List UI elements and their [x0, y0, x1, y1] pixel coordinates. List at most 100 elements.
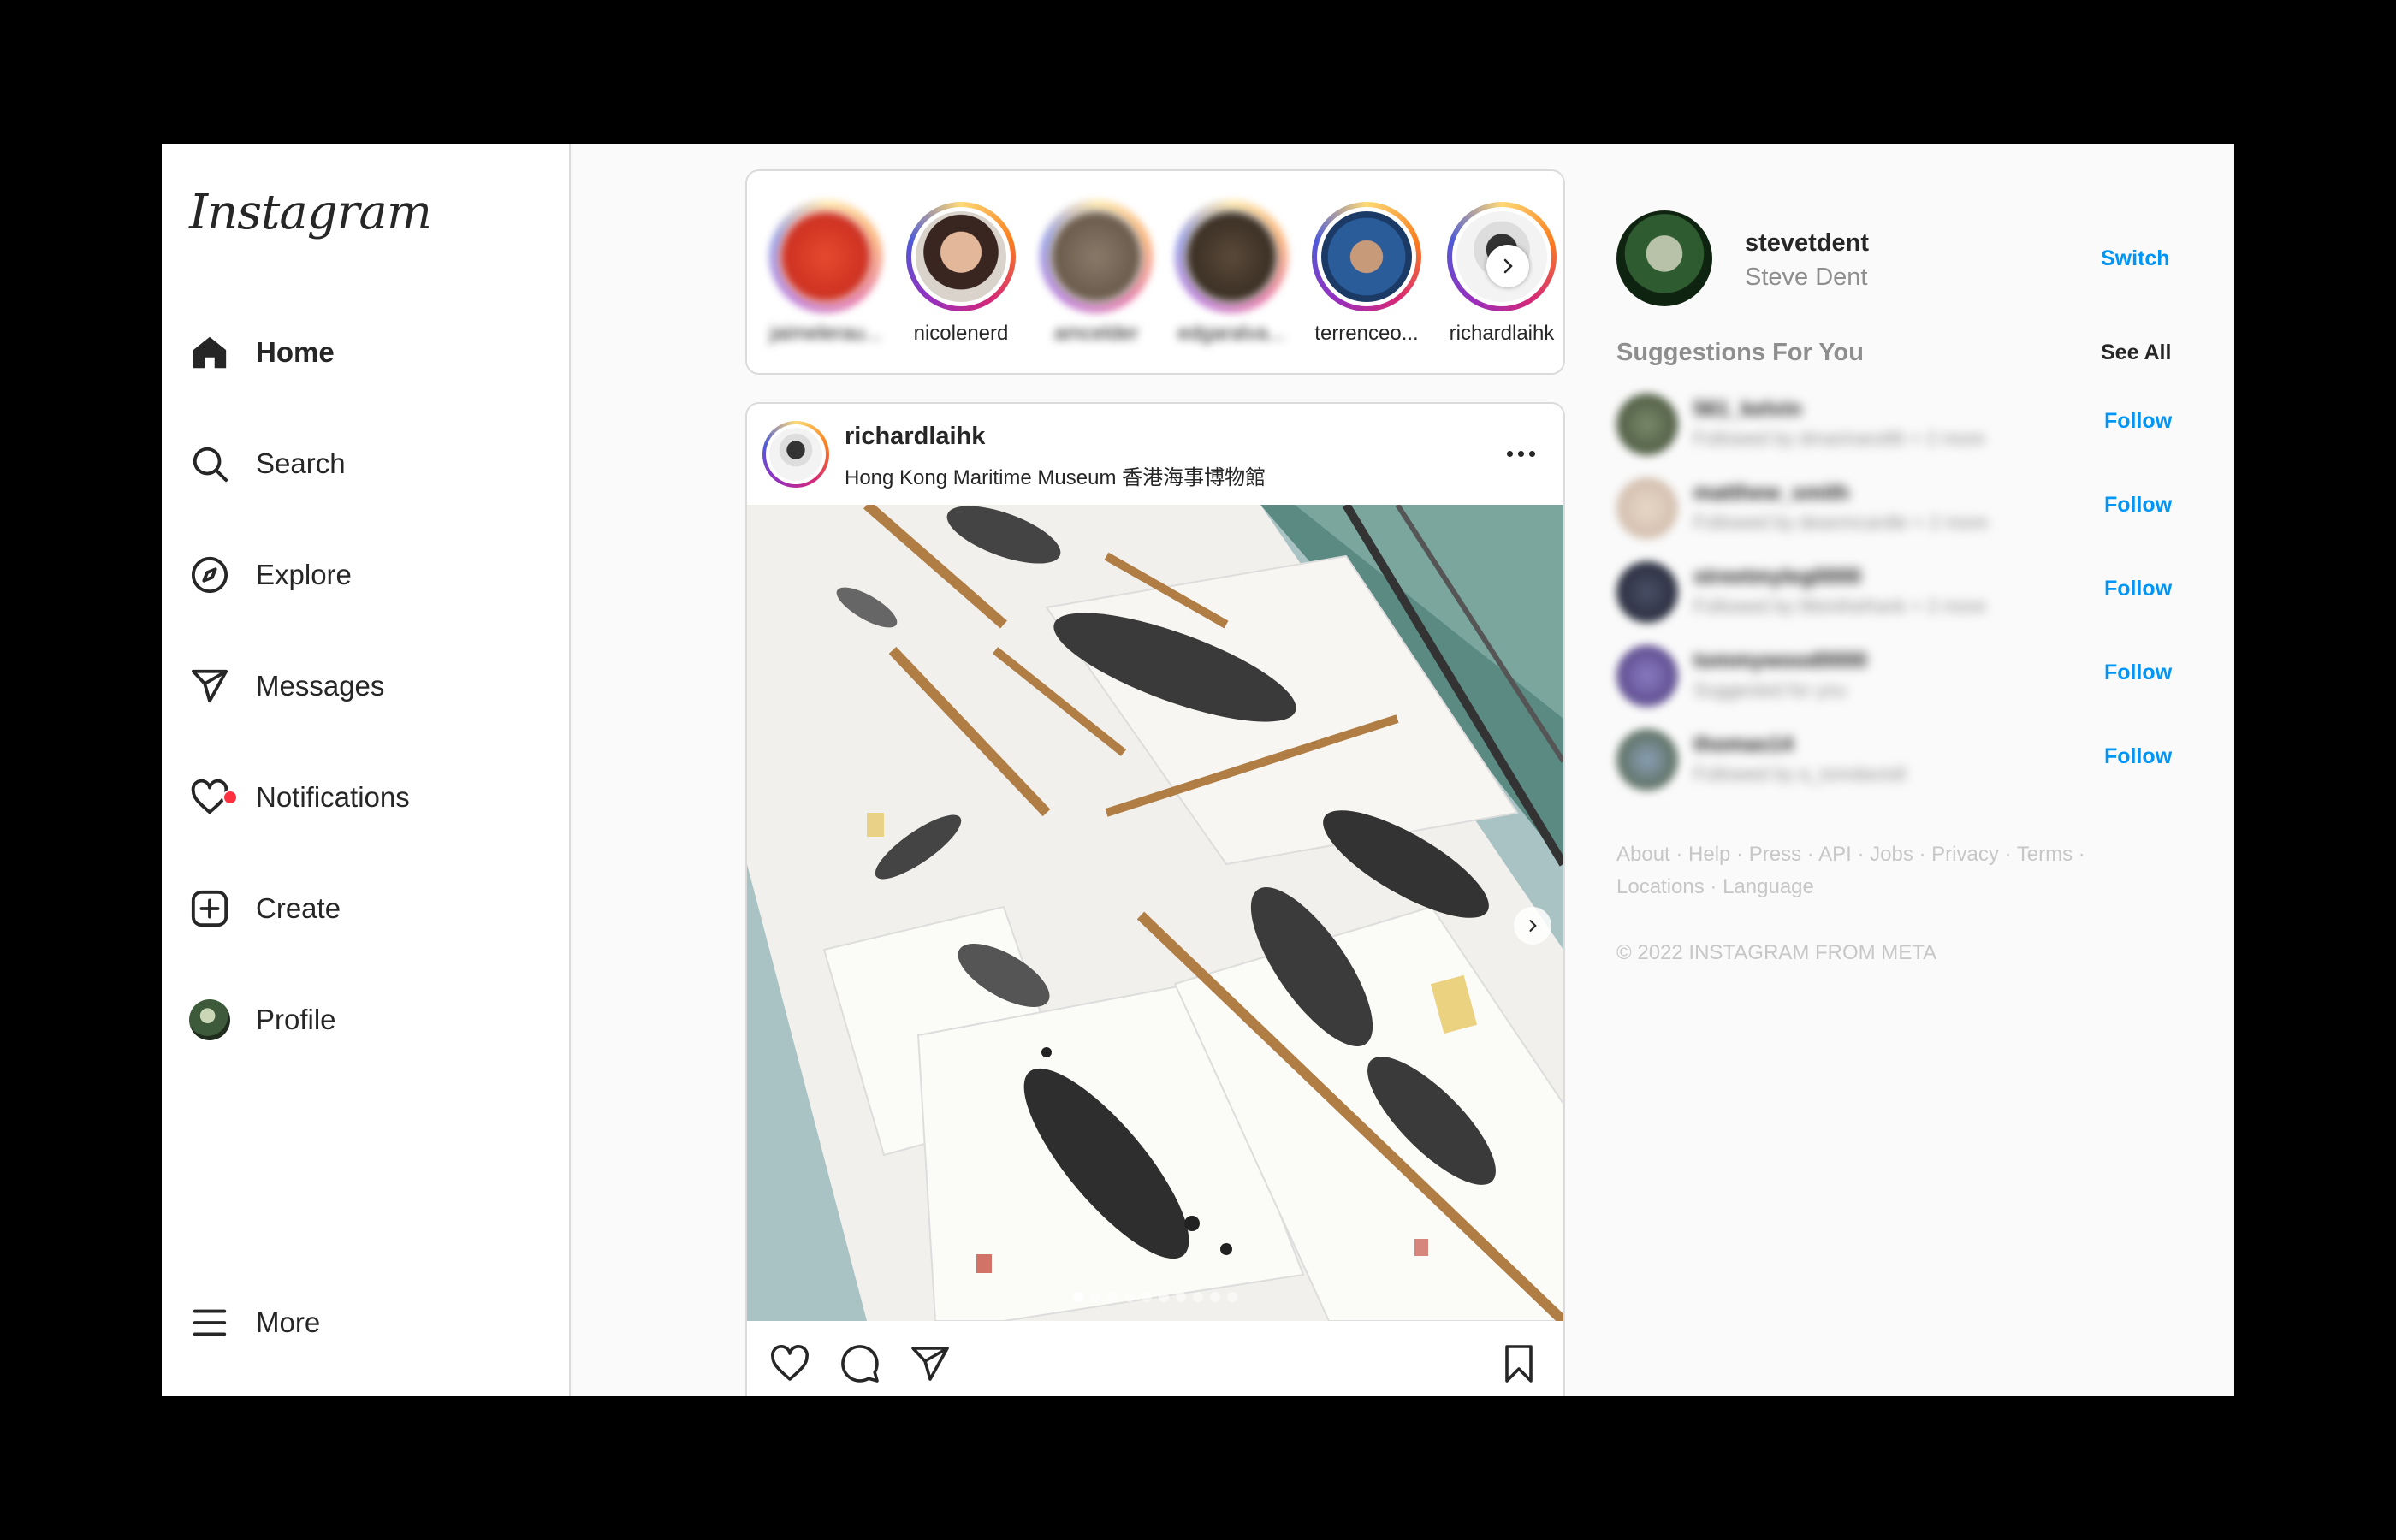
- post-actions: [747, 1321, 1563, 1396]
- suggestion-subtitle: Followed by a_tomdavis8: [1693, 763, 1907, 785]
- profile-avatar-icon: [187, 998, 232, 1042]
- suggestion-username[interactable]: matthew_smith: [1693, 481, 1849, 506]
- paper-plane-icon: [187, 664, 232, 708]
- nav-notifications[interactable]: Notifications: [187, 763, 547, 832]
- current-user-avatar[interactable]: [1616, 210, 1712, 306]
- heart-icon: [187, 775, 238, 820]
- like-button[interactable]: [768, 1342, 812, 1386]
- nav-explore[interactable]: Explore: [187, 541, 547, 609]
- footer-link-privacy[interactable]: Privacy: [1931, 843, 1999, 866]
- bookmark-icon: [1505, 1345, 1533, 1383]
- nav-home[interactable]: Home: [187, 318, 547, 387]
- comment-icon: [841, 1345, 879, 1383]
- suggestion-row: streetmyleg0000 Followed by lifeinthefra…: [1616, 558, 2198, 626]
- compass-icon: [187, 553, 232, 597]
- save-button[interactable]: [1497, 1342, 1541, 1386]
- chevron-right-icon: [1503, 258, 1513, 274]
- nav-more[interactable]: More: [187, 1288, 547, 1357]
- suggestion-subtitle: Followed by deanmcardle + 2 more: [1693, 512, 1989, 533]
- instagram-logo[interactable]: Instagram: [189, 185, 432, 240]
- follow-button[interactable]: Follow: [2104, 409, 2172, 434]
- follow-button[interactable]: Follow: [2104, 493, 2172, 518]
- post-header: richardlaihk Hong Kong Maritime Museum 香…: [747, 404, 1563, 505]
- nav-profile[interactable]: Profile: [187, 986, 547, 1054]
- avatar: [1186, 211, 1277, 302]
- plus-square-icon: [187, 886, 232, 931]
- suggestion-subtitle: Suggested for you: [1693, 679, 1847, 701]
- nav-profile-label: Profile: [256, 1004, 336, 1035]
- footer-link-press[interactable]: Press: [1749, 843, 1801, 866]
- suggestion-username[interactable]: thomas14: [1693, 732, 1794, 757]
- footer-link-jobs[interactable]: Jobs: [1870, 843, 1913, 866]
- avatar: [1321, 211, 1412, 302]
- carousel-dot: [1073, 1292, 1083, 1302]
- post-location[interactable]: Hong Kong Maritime Museum 香港海事博物館: [845, 460, 1266, 490]
- story-item[interactable]: jaimelerau...: [761, 202, 891, 346]
- nav-search[interactable]: Search: [187, 429, 547, 498]
- avatar[interactable]: [1616, 394, 1678, 455]
- current-username[interactable]: stevetdent: [1745, 229, 1869, 258]
- footer-links: About · Help · Press · API · Jobs · Priv…: [1616, 843, 2085, 898]
- footer-link-help[interactable]: Help: [1688, 843, 1730, 866]
- follow-button[interactable]: Follow: [2104, 660, 2172, 685]
- post-author-avatar[interactable]: [762, 421, 829, 488]
- nav-create[interactable]: Create: [187, 874, 547, 943]
- suggestion-row: tommywood0000 Suggested for you Follow: [1616, 642, 2198, 710]
- footer-link-language[interactable]: Language: [1723, 875, 1814, 898]
- follow-button[interactable]: Follow: [2104, 577, 2172, 601]
- more-options-icon[interactable]: [1500, 438, 1541, 469]
- nav-more-label: More: [256, 1306, 321, 1338]
- heart-icon: [771, 1345, 809, 1381]
- footer-link-api[interactable]: API: [1818, 843, 1852, 866]
- suggestion-username[interactable]: 561_kelvin: [1693, 397, 1802, 422]
- suggestions-title: Suggestions For You: [1616, 339, 1864, 366]
- nav-home-label: Home: [256, 336, 335, 368]
- story-item[interactable]: terrenceo...: [1302, 202, 1432, 346]
- footer-link-terms[interactable]: Terms: [2017, 843, 2073, 866]
- sidebar: Instagram Home Search Explore Messages N…: [162, 144, 571, 1396]
- paper-plane-icon: [911, 1347, 949, 1381]
- fish-prints-photo: [747, 505, 1563, 1321]
- footer-link-locations[interactable]: Locations: [1616, 875, 1705, 898]
- story-ring: [906, 202, 1016, 311]
- story-username: richardlaihk: [1449, 322, 1555, 345]
- search-icon: [187, 441, 232, 486]
- avatar[interactable]: [1616, 645, 1678, 707]
- suggestion-username[interactable]: streetmyleg0000: [1693, 565, 1861, 589]
- avatar: [189, 999, 230, 1040]
- follow-button[interactable]: Follow: [2104, 744, 2172, 769]
- avatar[interactable]: [1616, 729, 1678, 791]
- instagram-window: Instagram Home Search Explore Messages N…: [162, 144, 2234, 1396]
- copyright: © 2022 INSTAGRAM FROM META: [1616, 941, 1937, 964]
- carousel-dot: [1107, 1292, 1118, 1302]
- footer-link-about[interactable]: About: [1616, 843, 1670, 866]
- current-user-fullname: Steve Dent: [1745, 264, 1868, 291]
- carousel-dot: [1193, 1292, 1203, 1302]
- chevron-right-icon: [1529, 920, 1537, 932]
- story-ring: [1312, 202, 1421, 311]
- post-image[interactable]: [747, 505, 1563, 1321]
- switch-account-link[interactable]: Switch: [2101, 246, 2170, 271]
- story-item[interactable]: amcelder: [1031, 202, 1161, 346]
- see-all-link[interactable]: See All: [2101, 341, 2171, 365]
- avatar[interactable]: [1616, 561, 1678, 623]
- stories-next-button[interactable]: [1486, 245, 1529, 287]
- carousel-dot: [1210, 1292, 1220, 1302]
- suggestion-username[interactable]: tommywood0000: [1693, 649, 1867, 673]
- post-username[interactable]: richardlaihk: [845, 423, 985, 451]
- story-username: terrenceo...: [1314, 322, 1419, 345]
- suggestion-row: thomas14 Followed by a_tomdavis8 Follow: [1616, 726, 2198, 794]
- nav-messages[interactable]: Messages: [187, 652, 547, 720]
- image-next-button[interactable]: [1514, 907, 1551, 945]
- carousel-dot: [1090, 1292, 1100, 1302]
- story-item[interactable]: nicolenerd: [896, 202, 1026, 346]
- nav-create-label: Create: [256, 892, 341, 924]
- avatar[interactable]: [1616, 477, 1678, 539]
- comment-button[interactable]: [838, 1342, 882, 1386]
- nav-notifications-label: Notifications: [256, 781, 410, 813]
- suggestion-subtitle: Followed by dmarinaro86 + 2 more: [1693, 428, 1985, 449]
- story-item[interactable]: edgaralva...: [1166, 202, 1296, 346]
- share-button[interactable]: [908, 1342, 952, 1386]
- nav-search-label: Search: [256, 447, 346, 479]
- suggestion-row: matthew_smith Followed by deanmcardle + …: [1616, 474, 2198, 542]
